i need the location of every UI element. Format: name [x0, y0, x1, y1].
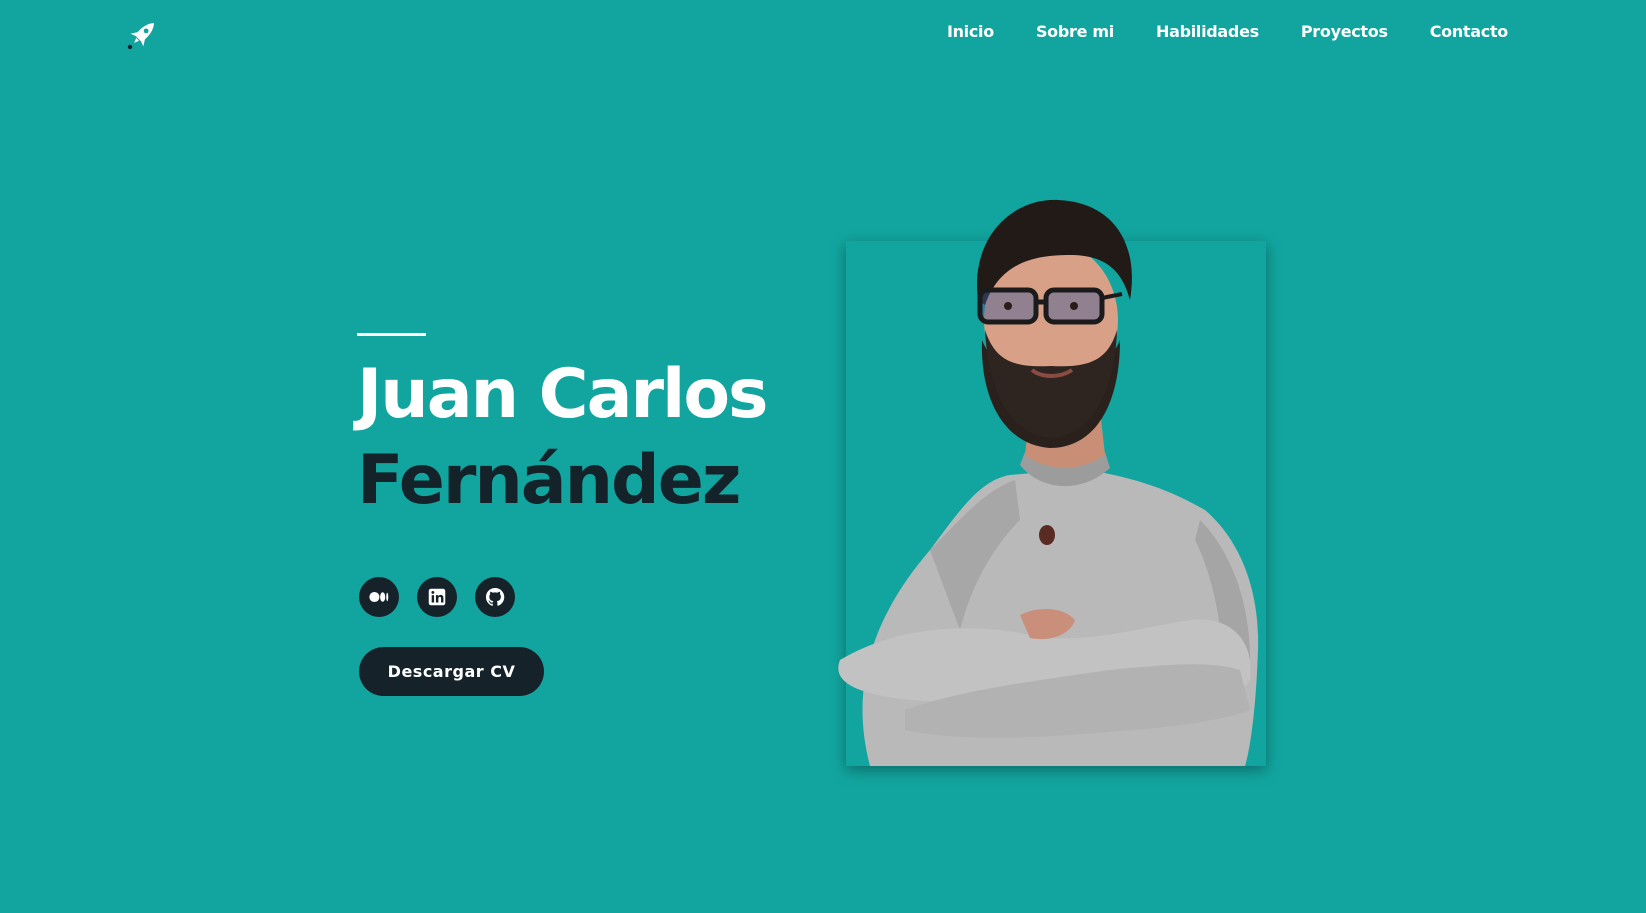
linkedin-link[interactable]	[417, 577, 457, 617]
logo-link[interactable]	[124, 16, 164, 56]
github-icon	[485, 588, 505, 606]
rocket-icon	[127, 23, 154, 50]
nav-contacto[interactable]: Contacto	[1430, 22, 1509, 41]
page: Inicio Sobre mi Habilidades Proyectos Co…	[0, 0, 1646, 913]
main-nav: Inicio Sobre mi Habilidades Proyectos Co…	[947, 22, 1508, 41]
social-links	[359, 577, 515, 617]
hero-last-name: Fernández	[357, 441, 741, 520]
nav-sobre-mi[interactable]: Sobre mi	[1036, 22, 1114, 41]
nav-habilidades[interactable]: Habilidades	[1156, 22, 1259, 41]
medium-link[interactable]	[359, 577, 399, 617]
download-cv-button[interactable]: Descargar CV	[359, 647, 544, 696]
medium-icon	[369, 591, 389, 603]
accent-divider	[357, 333, 426, 336]
hero-first-name: Juan Carlos	[357, 355, 769, 434]
nav-proyectos[interactable]: Proyectos	[1301, 22, 1388, 41]
github-link[interactable]	[475, 577, 515, 617]
linkedin-icon	[428, 588, 446, 606]
portrait-photo	[838, 199, 1259, 766]
nav-inicio[interactable]: Inicio	[947, 22, 994, 41]
